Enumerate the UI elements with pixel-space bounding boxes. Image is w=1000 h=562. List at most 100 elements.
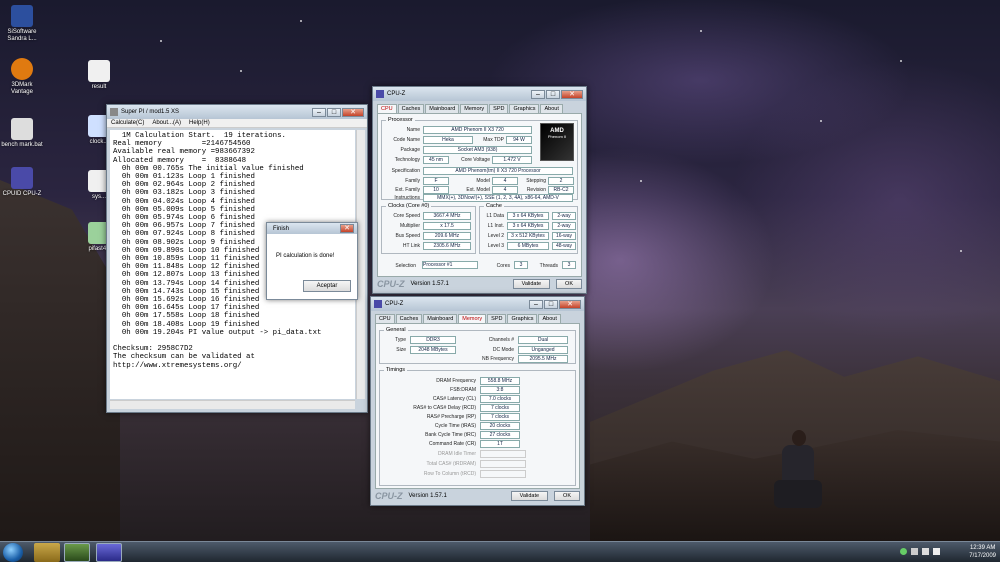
fsb-dram: 3:8 <box>480 386 520 394</box>
dialog-ok-button[interactable]: Aceptar <box>303 280 351 292</box>
menu-about[interactable]: About...(A) <box>152 119 181 127</box>
cpuz-cpu-titlebar[interactable]: CPU-Z – □ ✕ <box>373 87 586 101</box>
desktop-icon-bench-bat[interactable]: bench mark.bat <box>0 118 44 149</box>
core-voltage: 1.472 V <box>492 156 532 164</box>
maximize-button[interactable]: □ <box>546 89 560 99</box>
channels: Dual <box>518 336 568 344</box>
cpuz-memory-window[interactable]: CPU-Z – □ ✕ CPU Caches Mainboard Memory … <box>370 296 585 506</box>
revision: RB-C2 <box>548 186 574 194</box>
cpuz-cpu-window[interactable]: CPU-Z – □ ✕ CPU Caches Mainboard Memory … <box>372 86 587 294</box>
ras-to-cas: 7 clocks <box>480 404 520 412</box>
tab-about[interactable]: About <box>540 104 563 113</box>
cache-group: Cache L1 Data 3 x 64 KBytes 2-way L1 Ins… <box>479 203 578 254</box>
desktop-icon-sandra[interactable]: SiSoftware Sandra L... <box>0 5 44 43</box>
tab-memory[interactable]: Memory <box>460 104 489 113</box>
ht-link: 2305.6 MHz <box>423 242 471 250</box>
technology: 45 nm <box>423 156 449 164</box>
wallpaper-person <box>770 430 825 520</box>
console-line: 0h 00m 17.558s Loop 18 finished <box>113 312 260 321</box>
menu-help[interactable]: Help(H) <box>189 119 210 127</box>
tab-cpu[interactable]: CPU <box>377 104 397 113</box>
memory-type: DDR3 <box>410 336 456 344</box>
flag-icon[interactable] <box>911 548 918 555</box>
cpuz-memory-tabs: CPU Caches Mainboard Memory SPD Graphics… <box>371 311 584 323</box>
tab-mainboard[interactable]: Mainboard <box>425 104 460 113</box>
cas-latency: 7.0 clocks <box>480 395 520 403</box>
display-icon[interactable] <box>922 548 929 555</box>
taskbar-explorer-icon[interactable] <box>34 543 60 562</box>
version-label: Version 1.57.1 <box>408 492 447 499</box>
level-3-way: 48-way <box>552 242 576 250</box>
taskbar-cpuz-icon[interactable] <box>96 543 122 562</box>
sandra-icon <box>11 5 33 27</box>
tab-caches[interactable]: Caches <box>395 314 423 323</box>
tab-mainboard[interactable]: Mainboard <box>423 314 458 323</box>
superpi-titlebar[interactable]: Super PI / mod1.5 XS – □ ✕ <box>107 105 367 119</box>
processor-select[interactable]: Processor #1 <box>422 261 478 269</box>
l1-data-way: 2-way <box>552 212 576 220</box>
dialog-close-button[interactable]: ✕ <box>340 224 354 233</box>
volume-icon[interactable] <box>933 548 940 555</box>
console-line: 0h 00m 02.964s Loop 2 finished <box>113 181 255 190</box>
dram-frequency: 558.8 MHz <box>480 377 520 385</box>
desktop-icon-cpuz[interactable]: CPUID CPU-Z <box>0 167 44 198</box>
superpi-menubar: Calculate(C) About...(A) Help(H) <box>107 119 367 128</box>
dialog-titlebar[interactable]: Finish ✕ <box>267 223 357 234</box>
console-line: 0h 00m 03.182s Loop 3 finished <box>113 189 255 198</box>
level-3: 6 MBytes <box>507 242 549 250</box>
console-line: Available real memory =983667392 <box>113 148 255 157</box>
menu-calculate[interactable]: Calculate(C) <box>111 119 144 127</box>
tab-cpu[interactable]: CPU <box>375 314 395 323</box>
horizontal-scrollbar[interactable] <box>110 400 355 409</box>
system-tray-icons <box>900 548 940 555</box>
command-rate: 1T <box>480 440 520 448</box>
tab-spd[interactable]: SPD <box>487 314 507 323</box>
validate-button[interactable]: Validate <box>510 490 549 501</box>
tab-memory[interactable]: Memory <box>458 314 487 323</box>
tab-graphics[interactable]: Graphics <box>509 104 540 113</box>
tab-caches[interactable]: Caches <box>397 104 425 113</box>
tab-graphics[interactable]: Graphics <box>507 314 538 323</box>
version-label: Version 1.57.1 <box>410 280 449 287</box>
console-line: 0h 00m 04.024s Loop 4 finished <box>113 197 255 206</box>
cpuz-memory-titlebar[interactable]: CPU-Z – □ ✕ <box>371 297 584 311</box>
finish-dialog[interactable]: Finish ✕ PI calculation is done! Aceptar <box>266 222 358 300</box>
close-button[interactable]: ✕ <box>561 89 583 99</box>
dram-idle-timer <box>480 450 526 458</box>
family: F <box>423 177 449 185</box>
dialog-message: PI calculation is done! <box>276 253 335 259</box>
ok-button[interactable]: OK <box>556 278 582 289</box>
processor-group: Processor Name AMD Phenom II X3 720 Code… <box>381 117 578 202</box>
start-button[interactable] <box>3 543 23 562</box>
console-line: Real memory =2146754560 <box>113 140 251 149</box>
minimize-button[interactable]: – <box>529 299 543 309</box>
ok-button[interactable]: OK <box>554 490 580 501</box>
maximize-button[interactable]: □ <box>544 299 558 309</box>
cpuz-cpu-footer: CPU-Z Version 1.57.1 Validate OK <box>377 277 582 290</box>
console-line: 0h 00m 18.408s Loop 19 finished <box>113 320 260 329</box>
instructions: MMX(+), 3DNow!(+), SSE (1, 2, 3, 4A), x8… <box>423 194 573 202</box>
console-line: 0h 00m 00.765s The initial value finishe… <box>113 164 304 173</box>
desktop-icon-3dmark[interactable]: 3DMark Vantage <box>0 58 44 96</box>
tab-about[interactable]: About <box>538 314 561 323</box>
close-button[interactable]: ✕ <box>559 299 581 309</box>
minimize-button[interactable]: – <box>312 107 326 117</box>
model: 4 <box>492 177 518 185</box>
validate-button[interactable]: Validate <box>512 278 551 289</box>
row-to-column <box>480 470 526 478</box>
minimize-button[interactable]: – <box>531 89 545 99</box>
clock[interactable]: 12:39 AM 7/17/2009 <box>969 544 996 560</box>
network-icon[interactable] <box>900 548 907 555</box>
cpuz-logo: CPU-Z <box>375 490 403 501</box>
desktop-icon-result[interactable]: result <box>77 60 121 91</box>
cycle-time: 20 clocks <box>480 422 520 430</box>
console-line: The checksum can be validated at <box>113 353 255 362</box>
console-line: 0h 00m 05.974s Loop 6 finished <box>113 214 255 223</box>
taskbar-superpi-icon[interactable] <box>64 543 90 562</box>
maximize-button[interactable]: □ <box>327 107 341 117</box>
dc-mode: Unganged <box>518 346 568 354</box>
close-button[interactable]: ✕ <box>342 107 364 117</box>
specification: AMD Phenom(tm) II X3 720 Processor <box>423 167 573 175</box>
tab-spd[interactable]: SPD <box>489 104 509 113</box>
